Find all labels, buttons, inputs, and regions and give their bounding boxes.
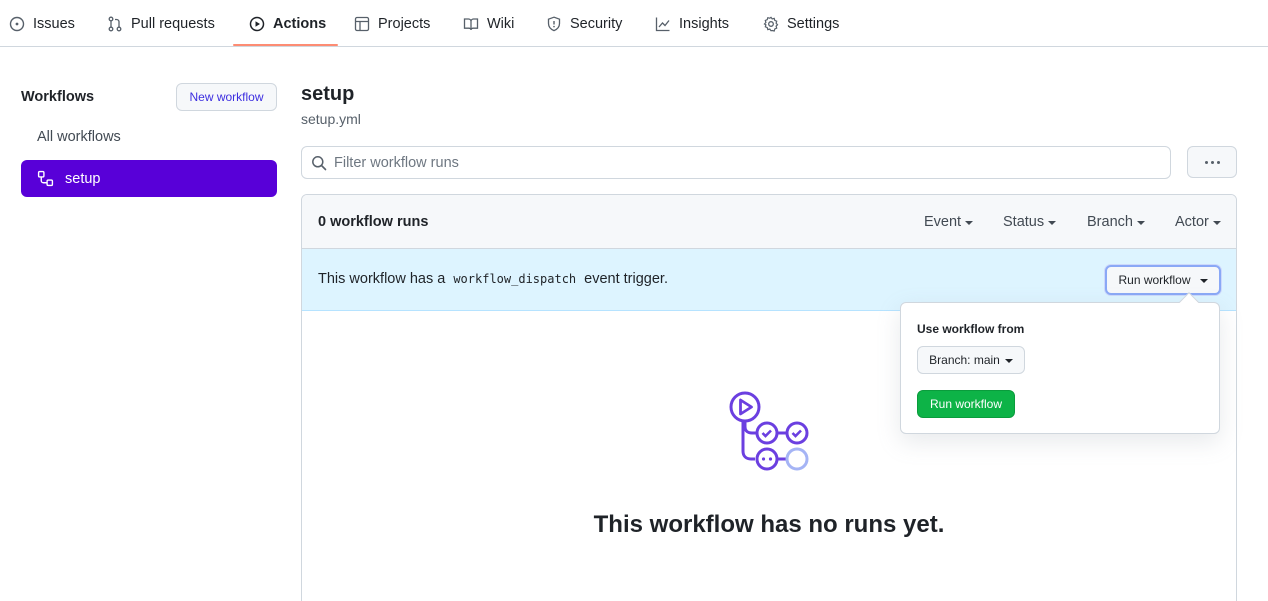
repo-nav: Issues Pull requests Actions Projects Wi… [0,0,1268,47]
tab-label: Wiki [487,15,515,32]
filter-label: Event [924,214,962,230]
tab-settings[interactable]: Settings [763,0,839,47]
sidebar-item-all-workflows[interactable]: All workflows [37,129,121,145]
caret-down-icon [965,221,974,225]
kebab-dot [1204,160,1208,164]
run-workflow-dropdown-button[interactable]: Run workflow [1105,265,1221,295]
more-options-button[interactable] [1187,146,1237,178]
workflow-empty-illustration [729,391,809,471]
dispatch-event-code: workflow_dispatch [453,272,577,286]
graph-icon [655,17,670,31]
dispatch-text-after: event trigger. [584,271,668,287]
runs-count: 0 workflow runs [318,214,429,230]
sidebar-title: Workflows [21,89,95,105]
tab-actions[interactable]: Actions [249,0,326,47]
run-workflow-popover: Use workflow from Branch: main Run workf… [900,302,1220,434]
tab-insights[interactable]: Insights [655,0,729,47]
play-icon [249,16,265,31]
shield-icon [547,16,561,31]
tab-pull-requests[interactable]: Pull requests [107,0,215,47]
dispatch-text-before: This workflow has a [318,271,446,287]
book-icon [463,17,479,30]
dispatch-message: This workflow has a workflow_dispatch ev… [318,271,668,287]
tab-label: Issues [33,15,75,32]
caret-down-icon [1004,359,1013,363]
tab-security[interactable]: Security [546,0,622,47]
tab-label: Security [570,15,623,32]
new-workflow-button[interactable]: New workflow [176,83,277,111]
tab-label: Insights [679,15,729,32]
filter-label: Actor [1175,214,1209,230]
search-input[interactable] [334,154,1134,171]
tab-projects[interactable]: Projects [354,0,430,47]
popover-title: Use workflow from [917,322,1025,336]
kebab-dot [1210,160,1214,164]
filter-workflow-runs [301,146,1171,179]
run-workflow-submit-button[interactable]: Run workflow [917,390,1015,418]
git-pull-request-icon [108,16,122,31]
filter-label: Branch [1087,214,1133,230]
status-filter-dropdown[interactable]: Status [1003,214,1057,230]
tab-label: Pull requests [131,15,215,32]
kebab-dot [1216,160,1220,164]
empty-state-message: This workflow has no runs yet. [593,511,945,538]
tab-issues[interactable]: Issues [9,0,75,47]
caret-down-icon [1048,221,1057,225]
event-filter-dropdown[interactable]: Event [924,214,974,230]
active-tab-indicator [233,44,338,46]
tab-label: Settings [787,15,840,32]
search-icon [312,155,327,170]
table-icon [354,16,370,31]
tab-wiki[interactable]: Wiki [463,0,514,47]
branch-filter-dropdown[interactable]: Branch [1087,214,1145,230]
runs-header: 0 workflow runs Event Status Branch Acto… [302,195,1236,249]
branch-label: Branch: main [929,353,1000,367]
caret-down-icon [1212,221,1221,225]
sidebar-item-label: setup [65,170,101,187]
branch-select-button[interactable]: Branch: main [917,346,1025,374]
filter-label: Status [1003,214,1045,230]
caret-down-icon [1199,279,1208,283]
issue-opened-icon [9,16,25,31]
workflow-icon [37,170,54,187]
caret-down-icon [1136,221,1145,225]
sidebar-item-setup[interactable]: setup [21,160,277,197]
page-title: setup [301,83,355,105]
workflow-file-link[interactable]: setup.yml [301,111,361,127]
run-workflow-label: Run workflow [1118,273,1191,287]
actor-filter-dropdown[interactable]: Actor [1175,214,1221,230]
tab-label: Actions [273,15,327,32]
gear-icon [763,15,779,32]
tab-label: Projects [378,15,431,32]
